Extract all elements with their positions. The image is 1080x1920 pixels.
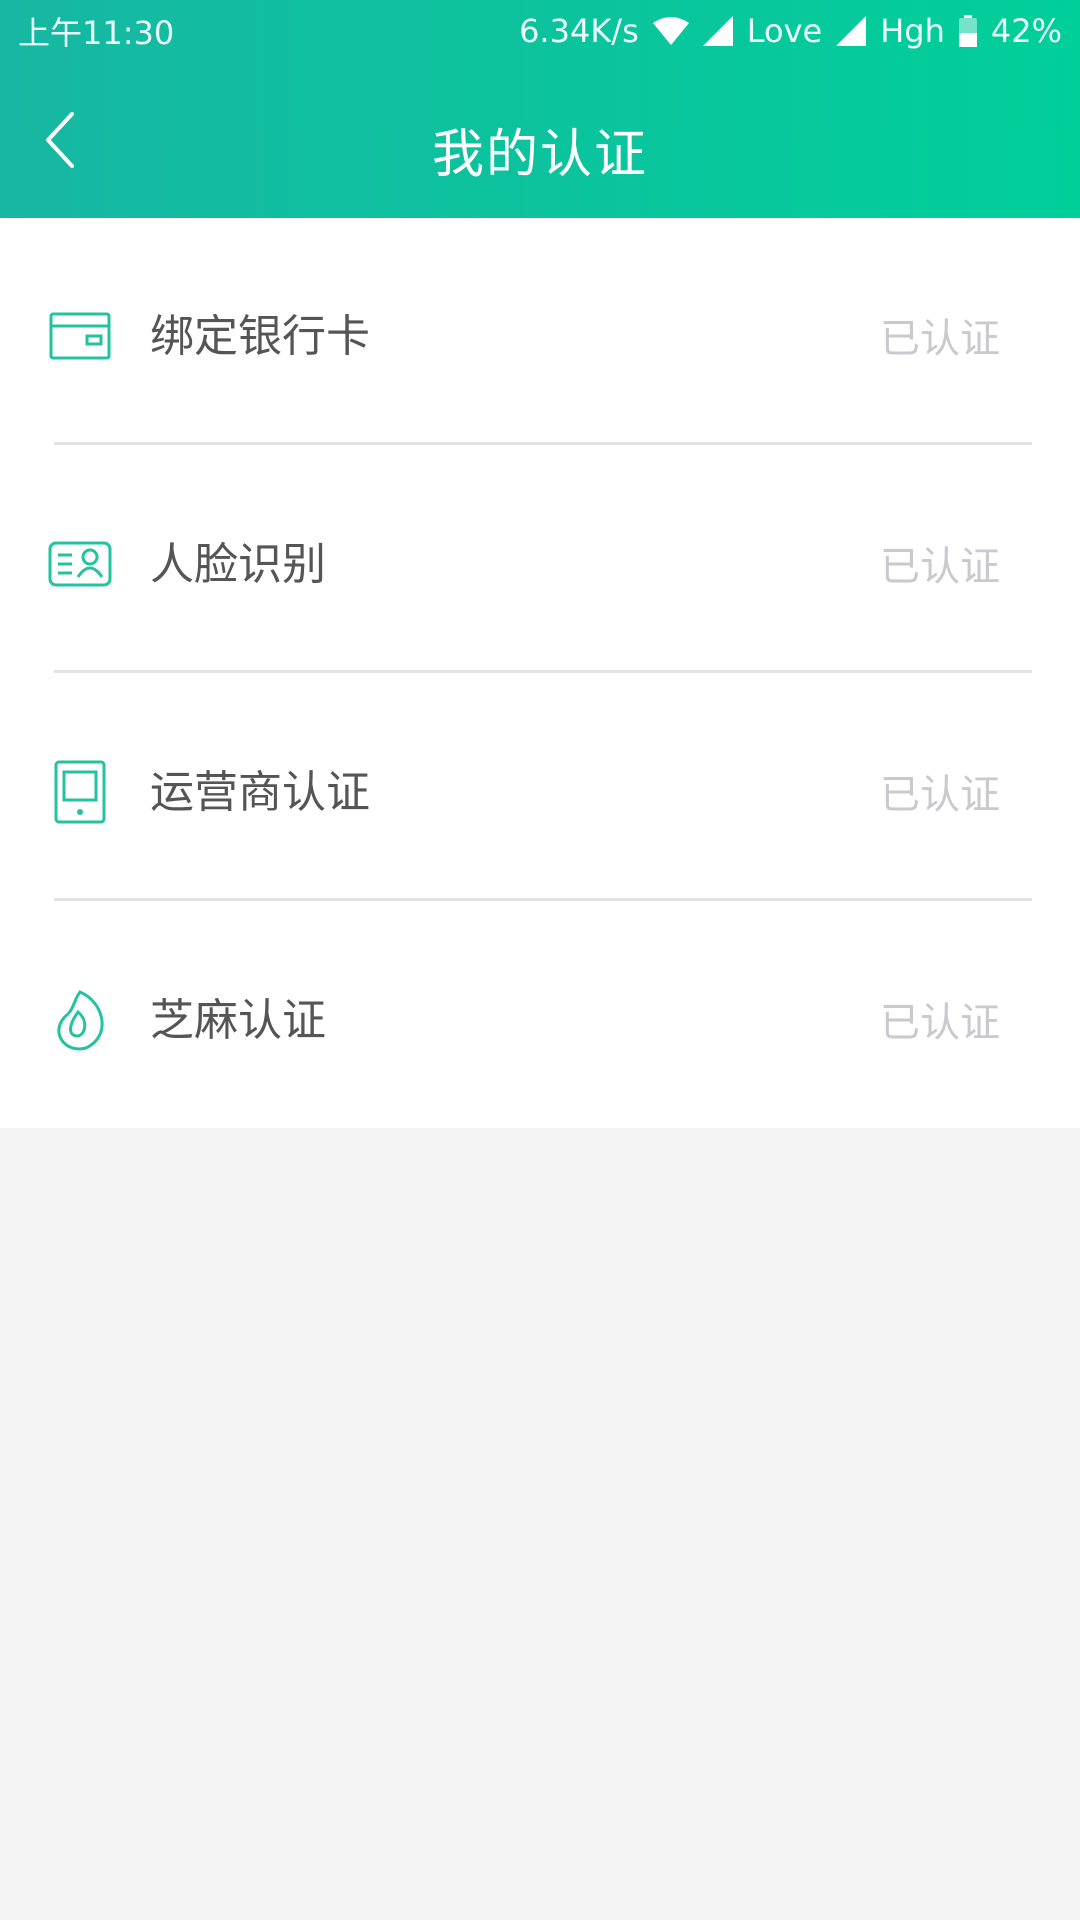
item-label: 绑定银行卡 <box>150 311 370 362</box>
list-item-bank-card[interactable]: 绑定银行卡 已认证 <box>0 218 1080 446</box>
list-item-sesame[interactable]: 芝麻认证 已认证 <box>0 902 1080 1130</box>
battery-percent: 42% <box>990 12 1062 50</box>
status-badge: 已认证 <box>880 316 1000 362</box>
status-time: 上午11:30 <box>18 14 175 52</box>
wifi-icon <box>652 17 689 45</box>
carrier-name-2: Hgh <box>880 12 945 50</box>
sesame-icon <box>48 988 112 1052</box>
item-label: 运营商认证 <box>150 767 370 818</box>
status-badge: 已认证 <box>880 544 1000 590</box>
divider <box>54 670 1032 673</box>
list-item-carrier[interactable]: 运营商认证 已认证 <box>0 674 1080 902</box>
nav-bar: 我的认证 <box>0 62 1080 218</box>
status-badge: 已认证 <box>880 1000 1000 1046</box>
divider <box>54 898 1032 901</box>
verification-list: 绑定银行卡 已认证 人脸识别 已认证 运营商认证 已认证 芝麻认证 已认证 <box>0 218 1080 1128</box>
carrier-name-1: Love <box>746 12 823 50</box>
signal-icon <box>836 16 867 46</box>
item-label: 芝麻认证 <box>150 995 326 1046</box>
header: 上午11:30 6.34K/s Love Hgh 42% 我的认证 <box>0 0 1080 218</box>
status-badge: 已认证 <box>880 772 1000 818</box>
divider <box>54 442 1032 445</box>
signal-icon <box>702 16 733 46</box>
battery-icon <box>958 15 977 47</box>
list-item-face-recognition[interactable]: 人脸识别 已认证 <box>0 446 1080 674</box>
status-indicators: 6.34K/s Love Hgh 42% <box>519 12 1062 50</box>
page-title: 我的认证 <box>431 125 648 185</box>
network-speed: 6.34K/s <box>519 12 639 50</box>
status-bar: 上午11:30 6.34K/s Love Hgh 42% <box>0 0 1080 62</box>
phone-icon <box>48 760 112 824</box>
id-card-icon <box>48 532 112 596</box>
bank-card-icon <box>48 304 112 368</box>
item-label: 人脸识别 <box>150 539 326 590</box>
